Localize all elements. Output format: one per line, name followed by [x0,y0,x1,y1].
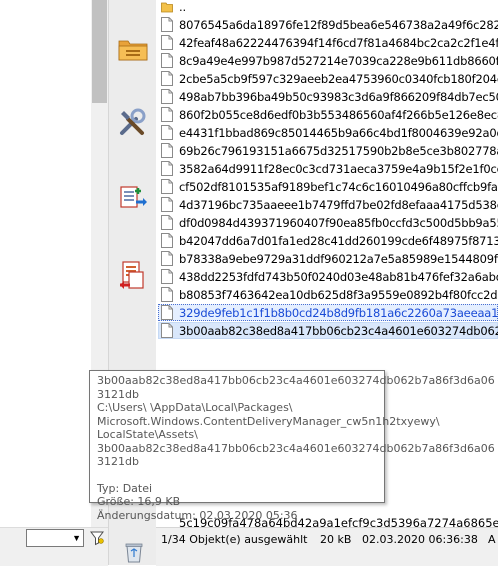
file-icon [161,71,173,86]
folder-up-icon [161,2,173,13]
status-bar: 1/34 Objekt(e) ausgewählt 20 kB 02.03.20… [156,527,498,566]
file-name: 438dd2253fdfd743b50f0240d03e48ab81b476fe… [179,270,498,284]
file-icon [161,143,173,158]
tooltip-path-line: Microsoft.Windows.ContentDeliveryManager… [97,414,440,428]
file-icon [161,305,173,320]
file-name: 2cbe5a5cb9f597c329aeeb2ea4753960c0340fcb… [179,72,498,86]
list-item[interactable]: b80853f7463642ea10db625d8f3a9559e0892b4f… [156,286,498,304]
file-icon [161,179,173,194]
file-name: 329de9feb1c1f1b8b0cd24b8d9fb181a6c2260a7… [179,306,498,320]
file-name: 8c9a49e4e997b987d527214e7039ca228e9b611d… [179,54,498,68]
tooltip-name-line: 3b00aab82c38ed8a417bb06cb23c4a4601e60327… [97,374,495,387]
left-scrollbar-thumb[interactable] [92,0,107,103]
file-name: b80853f7463642ea10db625d8f3a9559e0892b4f… [179,288,498,302]
tools-icon[interactable] [116,105,150,139]
file-icon [161,53,173,68]
file-name: 4d37196bc735aaeee1b7479ffd7be02fd8efaaa4… [179,198,498,212]
list-item[interactable]: 8076545a6da18976fe12f89d5bea6e546738a2a4… [156,16,498,34]
list-item[interactable]: 4d37196bc735aaeee1b7479ffd7be02fd8efaaa4… [156,196,498,214]
file-name: 3b00aab82c38ed8a417bb06cb23c4a4601e60327… [179,324,498,338]
file-name: e4431f1bbad869c85014465b9a66c4bd1f800463… [179,126,498,140]
filter-icon[interactable] [90,530,104,546]
file-icon [161,107,173,122]
tooltip-path-line: C:\Users\ \AppData\Local\Packages\ [97,401,293,414]
tooltip-path-line: LocalState\Assets\ [97,428,198,441]
list-item[interactable]: 8c9a49e4e997b987d527214e7039ca228e9b611d… [156,52,498,70]
list-item[interactable]: 2cbe5a5cb9f597c329aeeb2ea4753960c0340fcb… [156,70,498,88]
copy-to-icon[interactable] [116,180,150,214]
folder-icon[interactable] [116,32,150,66]
file-name: 69b26c796193151a6675d32517590b2b8e5ce3b8… [179,144,498,158]
drive-select[interactable]: ▼ [26,529,84,547]
list-item-parent[interactable]: .. [156,0,498,16]
list-item[interactable]: 860f2b055ce8d6edf0b3b553486560af4f266b5e… [156,106,498,124]
file-icon [161,269,173,284]
list-item[interactable]: 438dd2253fdfd743b50f0240d03e48ab81b476fe… [156,268,498,286]
list-item[interactable]: 42feaf48a62224476394f14f6cd7f81a4684bc2c… [156,34,498,52]
tooltip-type: Typ: Datei [97,481,153,495]
file-icon [161,35,173,50]
list-item[interactable]: df0d0984d439371960407f90ea85fb0ccfd3c500… [156,214,498,232]
list-item[interactable]: e4431f1bbad869c85014465b9a66c4bd1f800463… [156,124,498,142]
tooltip-modified: Änderungsdatum: 02.03.2020 05:36 [97,508,298,522]
file-name: 8076545a6da18976fe12f89d5bea6e546738a2a4… [179,18,498,32]
list-item[interactable]: b78338a9ebe9729a31ddf960212a7e5a85989e15… [156,250,498,268]
list-item[interactable]: 329de9feb1c1f1b8b0cd24b8d9fb181a6c2260a7… [156,304,498,322]
file-icon [161,323,173,338]
file-icon [161,233,173,248]
file-name: df0d0984d439371960407f90ea85fb0ccfd3c500… [179,216,498,230]
recycle-bin-icon[interactable] [121,538,147,564]
tooltip-path-line: 3121db [97,455,139,468]
file-icon [161,161,173,176]
file-icon [161,251,173,266]
file-name: b42047dd6a7d01fa1ed28c41dd260199cde6f489… [179,234,498,248]
list-item[interactable]: cf502df8101535af9189bef1c74c6c16010496a8… [156,178,498,196]
list-item[interactable]: 3582a64d9911f28ec0c3cd731aeca3759e4a9b15… [156,160,498,178]
file-icon [161,89,173,104]
tooltip-size: Größe: 16,9 KB [97,495,181,508]
file-name: cf502df8101535af9189bef1c74c6c16010496a8… [179,180,498,194]
status-datetime: 02.03.2020 06:36:38 [362,533,478,546]
status-size: 20 kB [320,533,352,546]
chevron-down-icon: ▼ [72,533,81,543]
tooltip-name-line: 3121db [97,387,139,401]
status-selection: 1/34 Objekt(e) ausgewählt [161,533,308,546]
list-item[interactable]: 498ab7bb396ba49b50c93983c3d6a9f866209f84… [156,88,498,106]
file-icon [161,125,173,140]
list-item[interactable]: b42047dd6a7d01fa1ed28c41dd260199cde6f489… [156,232,498,250]
file-info-tooltip: 3b00aab82c38ed8a417bb06cb23c4a4601e60327… [89,370,495,522]
file-name: 498ab7bb396ba49b50c93983c3d6a9f866209f84… [179,90,498,104]
parent-label: .. [179,0,186,14]
file-icon [161,215,173,230]
move-to-icon[interactable] [116,258,150,292]
file-icon [161,287,173,302]
file-name: 3582a64d9911f28ec0c3cd731aeca3759e4a9b15… [179,162,498,176]
file-name: 860f2b055ce8d6edf0b3b553486560af4f266b5e… [179,108,498,122]
list-item[interactable]: 3b00aab82c38ed8a417bb06cb23c4a4601e60327… [156,322,498,340]
file-name: 42feaf48a62224476394f14f6cd7f81a4684bc2c… [179,36,498,50]
file-icon [161,197,173,212]
tooltip-path-line: 3b00aab82c38ed8a417bb06cb23c4a4601e60327… [97,441,495,455]
file-name: b78338a9ebe9729a31ddf960212a7e5a85989e15… [179,252,498,266]
list-item[interactable]: 69b26c796193151a6675d32517590b2b8e5ce3b8… [156,142,498,160]
status-attributes: A [488,533,496,546]
file-icon [161,17,173,32]
